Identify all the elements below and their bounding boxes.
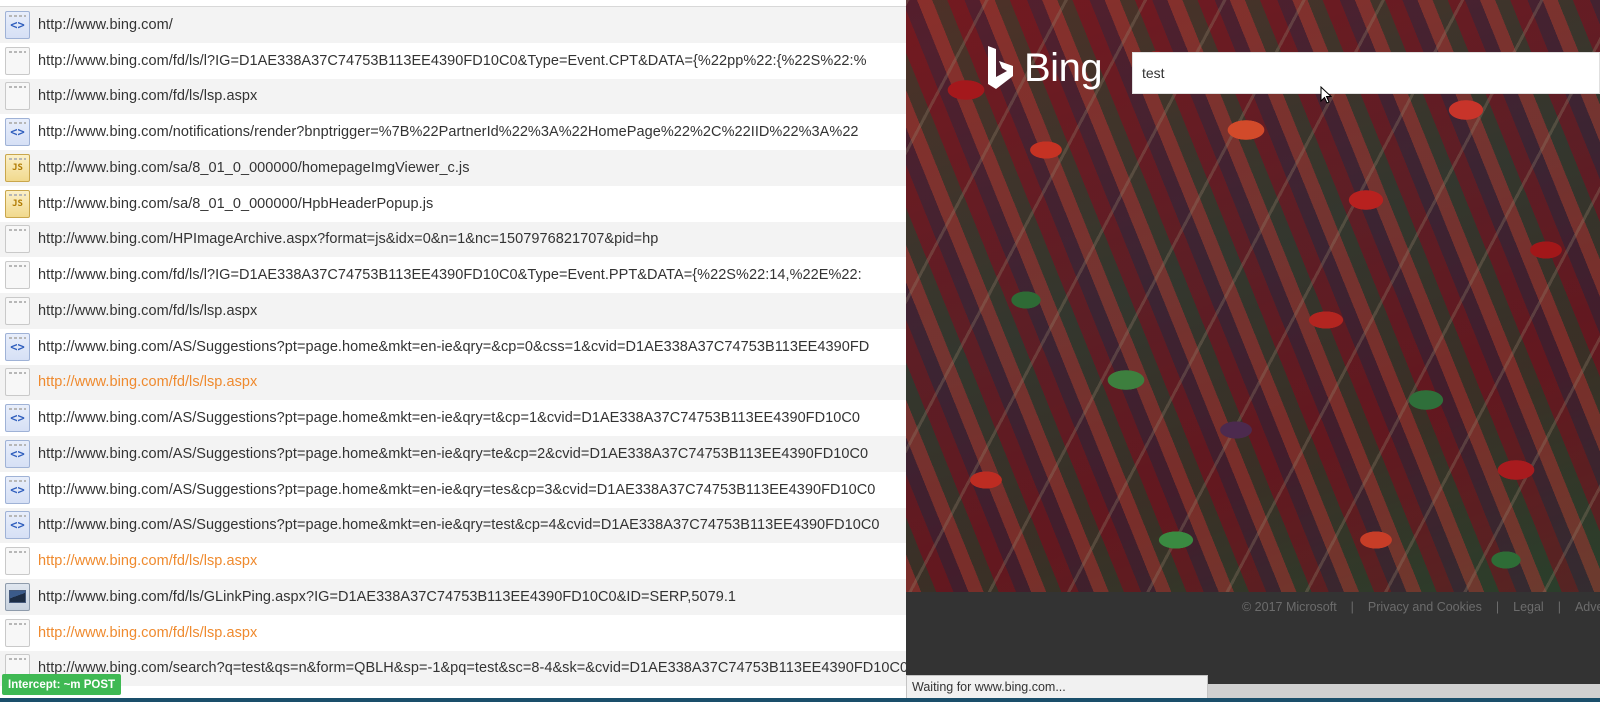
request-url: http://www.bing.com/notifications/render… [38,124,859,141]
request-url: http://www.bing.com/AS/Suggestions?pt=pa… [38,410,860,427]
search-input-value: test [1142,65,1165,81]
js-file-icon: JS [5,189,30,218]
request-url: http://www.bing.com/sa/8_01_0_000000/hom… [38,159,470,176]
request-row[interactable]: <> http://www.bing.com/AS/Suggestions?pt=… [0,507,906,544]
blank-file-icon [5,618,30,647]
blank-file-icon [5,368,30,397]
request-row[interactable]: http://www.bing.com/fd/ls/lsp.aspx [0,543,906,579]
request-list: <> http://www.bing.com/http://www.bing.co… [0,7,906,687]
request-row[interactable]: http://www.bing.com/HPImageArchive.aspx?… [0,221,906,258]
request-url: http://www.bing.com/AS/Suggestions?pt=pa… [38,517,880,534]
mouse-cursor-icon [1320,86,1332,104]
bing-logo-icon [988,46,1013,89]
request-url: http://www.bing.com/fd/ls/GLinkPing.aspx… [38,588,737,605]
blank-file-icon [5,225,30,254]
status-text: Waiting for www.bing.com... [912,680,1066,694]
html-file-icon: <> [5,332,30,361]
request-url: http://www.bing.com/fd/ls/l?IG=D1AE338A3… [38,52,867,69]
status-bar: Waiting for www.bing.com... [906,675,1208,699]
request-row[interactable]: <> http://www.bing.com/AS/Suggestions?pt=… [0,436,906,472]
html-file-icon: <> [5,475,30,504]
horizontal-scrollbar[interactable] [1208,684,1600,698]
request-row[interactable]: http://www.bing.com/search?q=test&qs=n&f… [0,650,906,687]
taskbar-strip [0,698,1600,702]
request-url: http://www.bing.com/fd/ls/lsp.aspx [38,88,258,105]
request-url: http://www.bing.com/search?q=test&qs=n&f… [38,660,906,677]
request-row[interactable]: <> http://www.bing.com/notifications/rend… [0,114,906,150]
request-row[interactable]: <> http://www.bing.com/AS/Suggestions?pt=… [0,400,906,436]
request-url: http://www.bing.com/HPImageArchive.aspx?… [38,231,659,248]
request-row[interactable]: http://www.bing.com/fd/ls/l?IG=D1AE338A3… [0,42,906,79]
footer-link[interactable]: Legal [1513,600,1544,614]
footer-separator: | [1557,600,1561,614]
intercept-filter-badge[interactable]: Intercept: ~m POST [2,674,122,695]
request-row[interactable]: http://www.bing.com/fd/ls/l?IG=D1AE338A3… [0,257,906,293]
request-row[interactable]: <> http://www.bing.com/AS/Suggestions?pt=… [0,471,906,508]
blank-file-icon [5,82,30,111]
footer-separator: | [1495,600,1500,614]
request-row[interactable]: http://www.bing.com/fd/ls/lsp.aspx [0,614,906,651]
request-row[interactable]: http://www.bing.com/fd/ls/GLinkPing.aspx… [0,579,906,615]
html-file-icon: <> [5,10,30,39]
request-row[interactable]: http://www.bing.com/fd/ls/lsp.aspx [0,293,906,329]
request-url: http://www.bing.com/ [38,16,173,33]
request-row[interactable]: <> http://www.bing.com/ [0,7,906,43]
request-row[interactable]: <> http://www.bing.com/AS/Suggestions?pt=… [0,328,906,365]
request-row[interactable]: JS http://www.bing.com/sa/8_01_0_000000/h… [0,150,906,186]
request-url: http://www.bing.com/fd/ls/lsp.aspx [38,553,258,570]
js-file-icon: JS [5,153,30,182]
html-file-icon: <> [5,439,30,468]
html-file-icon: <> [5,404,30,433]
bing-logo-text: Bing [1024,45,1103,90]
image-file-icon [5,582,30,611]
request-url: http://www.bing.com/sa/8_01_0_000000/Hpb… [38,195,434,212]
footer-link: © 2017 Microsoft [1242,600,1337,614]
footer-link[interactable]: Privacy and Cookies [1368,600,1482,614]
request-url: http://www.bing.com/fd/ls/lsp.aspx [38,374,258,391]
request-url: http://www.bing.com/AS/Suggestions?pt=pa… [38,481,876,498]
html-file-icon: <> [5,118,30,147]
footer-link[interactable]: Advertise [1575,600,1600,614]
request-url: http://www.bing.com/fd/ls/lsp.aspx [38,302,258,319]
request-url: http://www.bing.com/fd/ls/l?IG=D1AE338A3… [38,267,862,284]
html-file-icon: <> [5,511,30,540]
request-row[interactable]: JS http://www.bing.com/sa/8_01_0_000000/H… [0,185,906,222]
footer-links: © 2017 Microsoft | Privacy and Cookies | Leg… [1242,600,1600,614]
request-url: http://www.bing.com/AS/Suggestions?pt=pa… [38,445,869,462]
blank-file-icon [5,261,30,290]
request-row[interactable]: http://www.bing.com/fd/ls/lsp.aspx [0,78,906,115]
background-photo: Bing test [906,0,1600,592]
request-url: http://www.bing.com/AS/Suggestions?pt=pa… [38,338,870,355]
page-footer: © 2017 Microsoft | Privacy and Cookies | Leg… [906,592,1600,682]
request-row[interactable]: http://www.bing.com/fd/ls/lsp.aspx [0,364,906,401]
request-url: http://www.bing.com/fd/ls/lsp.aspx [38,624,258,641]
search-input[interactable]: test [1132,52,1600,94]
footer-separator: | [1350,600,1354,614]
bing-logo[interactable]: Bing [986,44,1103,92]
blank-file-icon [5,547,30,576]
request-list-pane: <> http://www.bing.com/http://www.bing.co… [0,0,906,702]
blank-file-icon [5,46,30,75]
blank-file-icon [5,296,30,325]
browser-window: Bing test © 2017 Microsoft | Privacy and C… [906,0,1600,702]
